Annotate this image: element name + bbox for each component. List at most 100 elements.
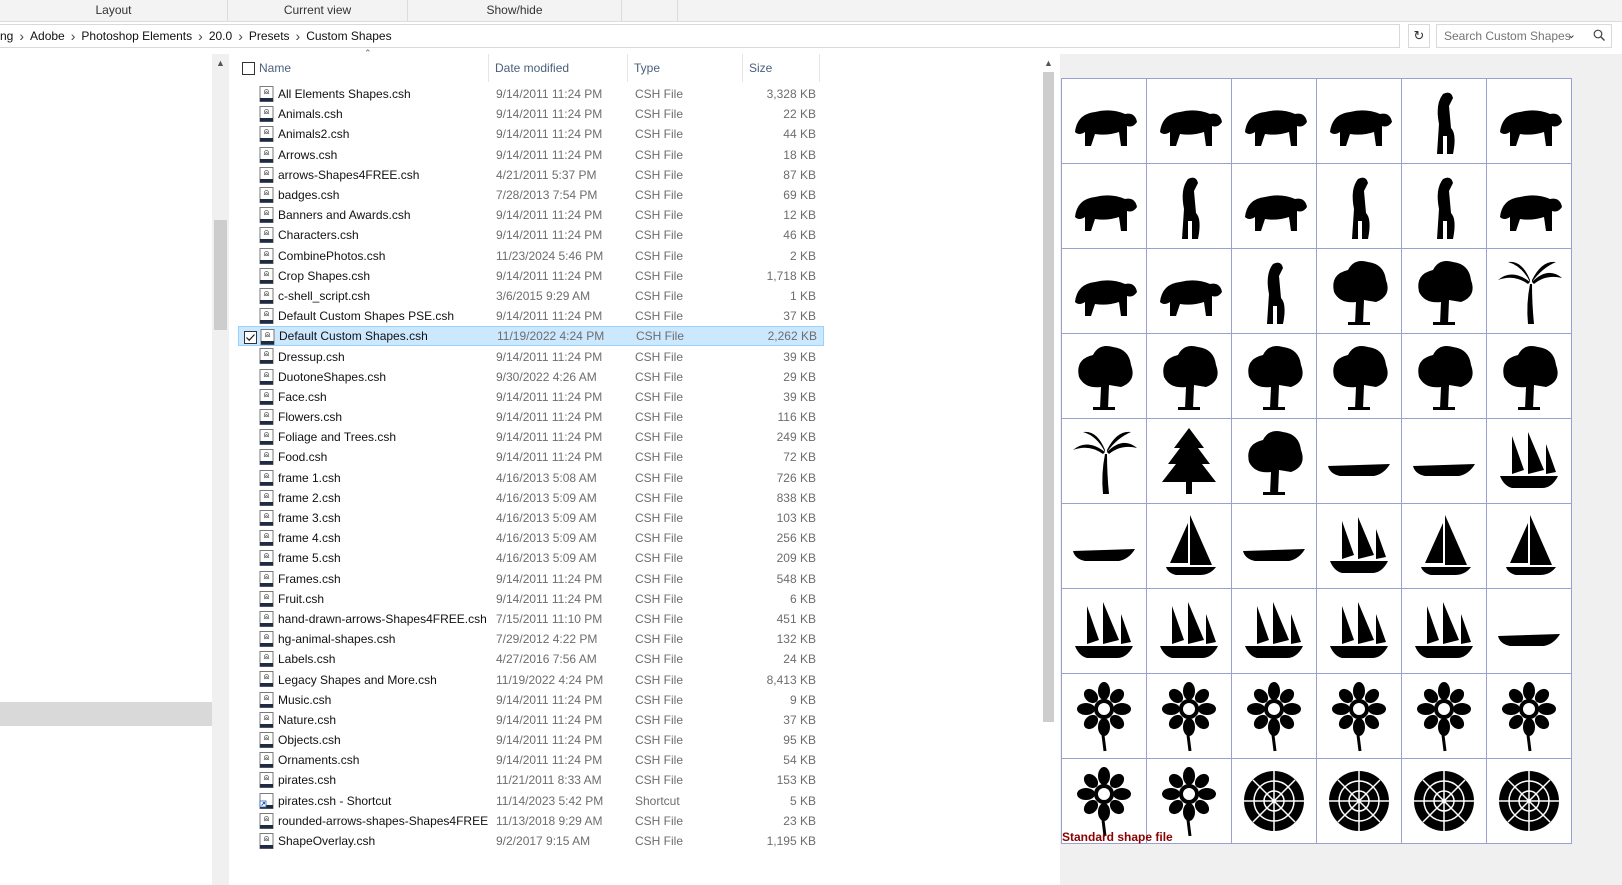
refresh-button[interactable]: ↻: [1408, 24, 1430, 48]
file-name[interactable]: frame 4.csh: [278, 531, 488, 545]
file-row[interactable]: ShapeOverlay.csh 9/2/2017 9:15 AM CSH File…: [238, 831, 824, 851]
file-row[interactable]: Animals2.csh 9/14/2011 11:24 PM CSH File 44…: [238, 124, 824, 144]
breadcrumb[interactable]: ng › Adobe › Photoshop Elements › 20.0 › Presets…: [0, 24, 1400, 48]
file-name[interactable]: frame 5.csh: [278, 551, 488, 565]
file-row[interactable]: Objects.csh 9/14/2011 11:24 PM CSH File 95 …: [238, 730, 824, 750]
file-row[interactable]: Food.csh 9/14/2011 11:24 PM CSH File 72 KB: [238, 447, 824, 467]
nav-selected-item[interactable]: [0, 702, 212, 726]
file-name[interactable]: arrows-Shapes4FREE.csh: [278, 168, 488, 182]
file-row[interactable]: Arrows.csh 9/14/2011 11:24 PM CSH File 18 K…: [238, 145, 824, 165]
nav-scrollbar[interactable]: ▲: [212, 54, 229, 885]
breadcrumb-item[interactable]: Photoshop Elements: [75, 29, 198, 43]
breadcrumb-item[interactable]: Custom Shapes: [300, 29, 397, 43]
file-row[interactable]: Nature.csh 9/14/2011 11:24 PM CSH File 37 K…: [238, 710, 824, 730]
file-row[interactable]: frame 3.csh 4/16/2013 5:09 AM CSH File 103 …: [238, 508, 824, 528]
file-name[interactable]: hand-drawn-arrows-Shapes4FREE.csh: [278, 612, 488, 626]
file-row[interactable]: badges.csh 7/28/2013 7:54 PM CSH File 69 KB: [238, 185, 824, 205]
file-row[interactable]: Crop Shapes.csh 9/14/2011 11:24 PM CSH Fil…: [238, 266, 824, 286]
file-name[interactable]: Crop Shapes.csh: [278, 269, 488, 283]
file-row[interactable]: Dressup.csh 9/14/2011 11:24 PM CSH File 39 …: [238, 346, 824, 366]
file-name[interactable]: badges.csh: [278, 188, 488, 202]
file-list-scroll-thumb[interactable]: [1043, 72, 1054, 722]
file-row[interactable]: frame 4.csh 4/16/2013 5:09 AM CSH File 256 …: [238, 528, 824, 548]
file-row[interactable]: Music.csh 9/14/2011 11:24 PM CSH File 9 KB: [238, 690, 824, 710]
file-row[interactable]: Foliage and Trees.csh 9/14/2011 11:24 PM C…: [238, 427, 824, 447]
column-header-size[interactable]: Size: [743, 54, 820, 82]
file-row[interactable]: pirates.csh 11/21/2011 8:33 AM CSH File 153…: [238, 770, 824, 790]
column-header-type[interactable]: Type: [628, 54, 743, 82]
column-header-name[interactable]: Name: [253, 54, 489, 82]
file-name[interactable]: DuotoneShapes.csh: [278, 370, 488, 384]
file-name[interactable]: Music.csh: [278, 693, 488, 707]
file-name[interactable]: Frames.csh: [278, 572, 488, 586]
breadcrumb-item[interactable]: 20.0: [203, 29, 238, 43]
file-name[interactable]: Arrows.csh: [278, 148, 488, 162]
file-name[interactable]: Animals2.csh: [278, 127, 488, 141]
file-name[interactable]: pirates.csh - Shortcut: [278, 794, 488, 808]
file-name[interactable]: rounded-arrows-shapes-Shapes4FREE....: [278, 814, 488, 828]
file-row[interactable]: Characters.csh 9/14/2011 11:24 PM CSH File…: [238, 225, 824, 245]
file-row[interactable]: pirates.csh - Shortcut 11/14/2023 5:42 PM…: [238, 791, 824, 811]
file-name[interactable]: Legacy Shapes and More.csh: [278, 673, 488, 687]
file-name[interactable]: Dressup.csh: [278, 350, 488, 364]
file-row[interactable]: Frames.csh 9/14/2011 11:24 PM CSH File 548 …: [238, 569, 824, 589]
breadcrumb-item[interactable]: Presets: [243, 29, 296, 43]
file-name[interactable]: Face.csh: [278, 390, 488, 404]
search-icon[interactable]: [1593, 29, 1605, 41]
file-name[interactable]: Default Custom Shapes.csh: [279, 329, 489, 343]
file-row[interactable]: Labels.csh 4/27/2016 7:56 AM CSH File 24 KB: [238, 649, 824, 669]
file-name[interactable]: frame 2.csh: [278, 491, 488, 505]
csh-file-icon: [259, 449, 274, 466]
file-row[interactable]: arrows-Shapes4FREE.csh 4/21/2011 5:37 PM C…: [238, 165, 824, 185]
file-name[interactable]: Animals.csh: [278, 107, 488, 121]
file-name[interactable]: Labels.csh: [278, 652, 488, 666]
file-row[interactable]: Legacy Shapes and More.csh 11/19/2022 4:2…: [238, 669, 824, 689]
file-list-scrollbar[interactable]: ▲: [1040, 54, 1057, 885]
nav-scroll-thumb[interactable]: [214, 220, 227, 330]
file-row[interactable]: DuotoneShapes.csh 9/30/2022 4:26 AM CSH Fi…: [238, 367, 824, 387]
file-row[interactable]: Animals.csh 9/14/2011 11:24 PM CSH File 22 …: [238, 104, 824, 124]
file-name[interactable]: Flowers.csh: [278, 410, 488, 424]
file-name[interactable]: pirates.csh: [278, 773, 488, 787]
file-row[interactable]: frame 1.csh 4/16/2013 5:08 AM CSH File 726 …: [238, 468, 824, 488]
file-name[interactable]: Default Custom Shapes PSE.csh: [278, 309, 488, 323]
file-name[interactable]: All Elements Shapes.csh: [278, 87, 488, 101]
file-row[interactable]: hand-drawn-arrows-Shapes4FREE.csh 7/15/20…: [238, 609, 824, 629]
file-name[interactable]: Food.csh: [278, 450, 488, 464]
file-row[interactable]: frame 5.csh 4/16/2013 5:09 AM CSH File 209 …: [238, 548, 824, 568]
file-row[interactable]: Banners and Awards.csh 9/14/2011 11:24 PM…: [238, 205, 824, 225]
file-name[interactable]: c-shell_script.csh: [278, 289, 488, 303]
file-row[interactable]: rounded-arrows-shapes-Shapes4FREE.... 11/…: [238, 811, 824, 831]
file-row[interactable]: frame 2.csh 4/16/2013 5:09 AM CSH File 838 …: [238, 488, 824, 508]
file-name[interactable]: CombinePhotos.csh: [278, 249, 488, 263]
file-row[interactable]: All Elements Shapes.csh 9/14/2011 11:24 P…: [238, 84, 824, 104]
file-name[interactable]: hg-animal-shapes.csh: [278, 632, 488, 646]
file-name[interactable]: frame 1.csh: [278, 471, 488, 485]
breadcrumb-item[interactable]: ng: [0, 29, 19, 43]
file-name[interactable]: Characters.csh: [278, 228, 488, 242]
scroll-up-icon[interactable]: ▲: [1044, 58, 1053, 68]
search-box[interactable]: [1436, 24, 1612, 48]
file-row[interactable]: hg-animal-shapes.csh 7/29/2012 4:22 PM CSH…: [238, 629, 824, 649]
file-row[interactable]: c-shell_script.csh 3/6/2015 9:29 AM CSH Fi…: [238, 286, 824, 306]
file-row[interactable]: Face.csh 9/14/2011 11:24 PM CSH File 39 KB: [238, 387, 824, 407]
row-checkbox[interactable]: [244, 331, 257, 345]
file-row[interactable]: Ornaments.csh 9/14/2011 11:24 PM CSH File 5…: [238, 750, 824, 770]
file-row[interactable]: CombinePhotos.csh 11/23/2024 5:46 PM CSH F…: [238, 246, 824, 266]
file-name[interactable]: Ornaments.csh: [278, 753, 488, 767]
file-name[interactable]: ShapeOverlay.csh: [278, 834, 488, 848]
scroll-up-icon[interactable]: ▲: [216, 58, 225, 68]
file-row[interactable]: Flowers.csh 9/14/2011 11:24 PM CSH File 116…: [238, 407, 824, 427]
file-name[interactable]: Objects.csh: [278, 733, 488, 747]
file-row[interactable]: Default Custom Shapes.csh 11/19/2022 4:24…: [238, 326, 824, 347]
file-name[interactable]: Fruit.csh: [278, 592, 488, 606]
file-name[interactable]: Foliage and Trees.csh: [278, 430, 488, 444]
column-header-date[interactable]: Date modified: [489, 54, 628, 82]
search-input[interactable]: [1437, 25, 1587, 47]
breadcrumb-item[interactable]: Adobe: [24, 29, 71, 43]
file-row[interactable]: Default Custom Shapes PSE.csh 9/14/2011 1…: [238, 306, 824, 326]
file-row[interactable]: Fruit.csh 9/14/2011 11:24 PM CSH File 6 KB: [238, 589, 824, 609]
file-name[interactable]: Nature.csh: [278, 713, 488, 727]
file-name[interactable]: frame 3.csh: [278, 511, 488, 525]
file-name[interactable]: Banners and Awards.csh: [278, 208, 488, 222]
